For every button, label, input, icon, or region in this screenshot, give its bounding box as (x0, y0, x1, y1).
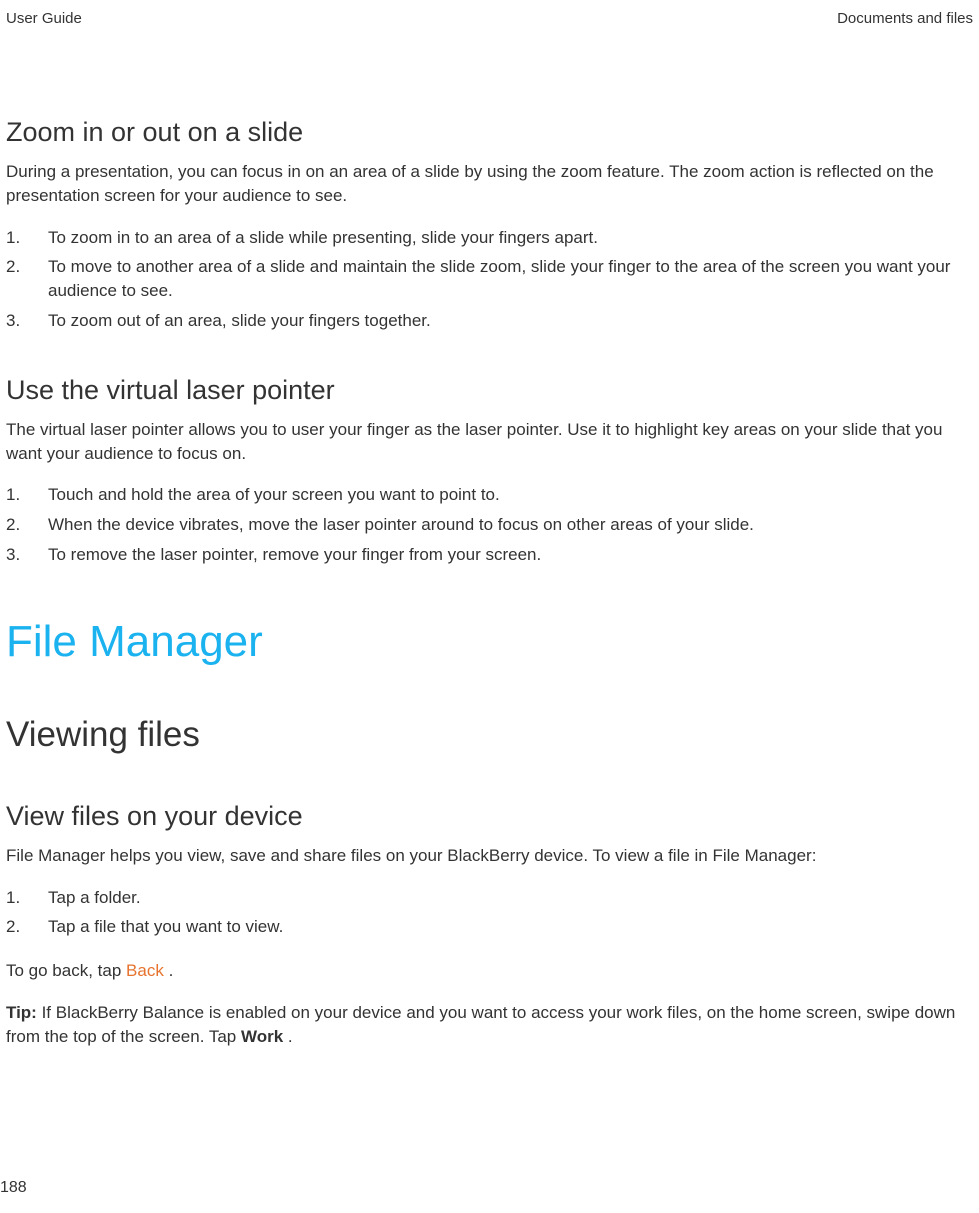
tip-paragraph: Tip: If BlackBerry Balance is enabled on… (6, 1001, 973, 1049)
header-left: User Guide (6, 10, 82, 27)
page-number: 188 (0, 1179, 27, 1197)
list-item: When the device vibrates, move the laser… (6, 513, 973, 537)
zoom-intro: During a presentation, you can focus in … (6, 160, 973, 208)
tip-body-post: . (288, 1027, 293, 1046)
page-header: User Guide Documents and files (0, 0, 979, 27)
tip-label: Tip: (6, 1003, 42, 1022)
list-item: Tap a file that you want to view. (6, 915, 973, 939)
list-item: Touch and hold the area of your screen y… (6, 483, 973, 507)
heading-file-manager: File Manager (6, 617, 973, 667)
list-item: To zoom in to an area of a slide while p… (6, 226, 973, 250)
header-right: Documents and files (837, 10, 973, 27)
viewdevice-steps-list: Tap a folder. Tap a file that you want t… (6, 886, 973, 940)
list-item: To move to another area of a slide and m… (6, 255, 973, 303)
laser-steps-list: Touch and hold the area of your screen y… (6, 483, 973, 566)
list-item: To zoom out of an area, slide your finge… (6, 309, 973, 333)
goback-pre: To go back, tap (6, 961, 126, 980)
heading-viewing-files: Viewing files (6, 715, 973, 755)
heading-view-files-device: View files on your device (6, 801, 973, 832)
list-item: To remove the laser pointer, remove your… (6, 543, 973, 567)
tip-body-pre: If BlackBerry Balance is enabled on your… (6, 1003, 955, 1046)
heading-laser: Use the virtual laser pointer (6, 375, 973, 406)
laser-intro: The virtual laser pointer allows you to … (6, 418, 973, 466)
tip-work-word: Work (241, 1027, 288, 1046)
zoom-steps-list: To zoom in to an area of a slide while p… (6, 226, 973, 333)
back-link-text: Back (126, 961, 169, 980)
list-item: Tap a folder. (6, 886, 973, 910)
viewdevice-intro: File Manager helps you view, save and sh… (6, 844, 973, 868)
go-back-instruction: To go back, tap Back . (6, 959, 973, 983)
goback-post: . (169, 961, 174, 980)
heading-zoom: Zoom in or out on a slide (6, 117, 973, 148)
